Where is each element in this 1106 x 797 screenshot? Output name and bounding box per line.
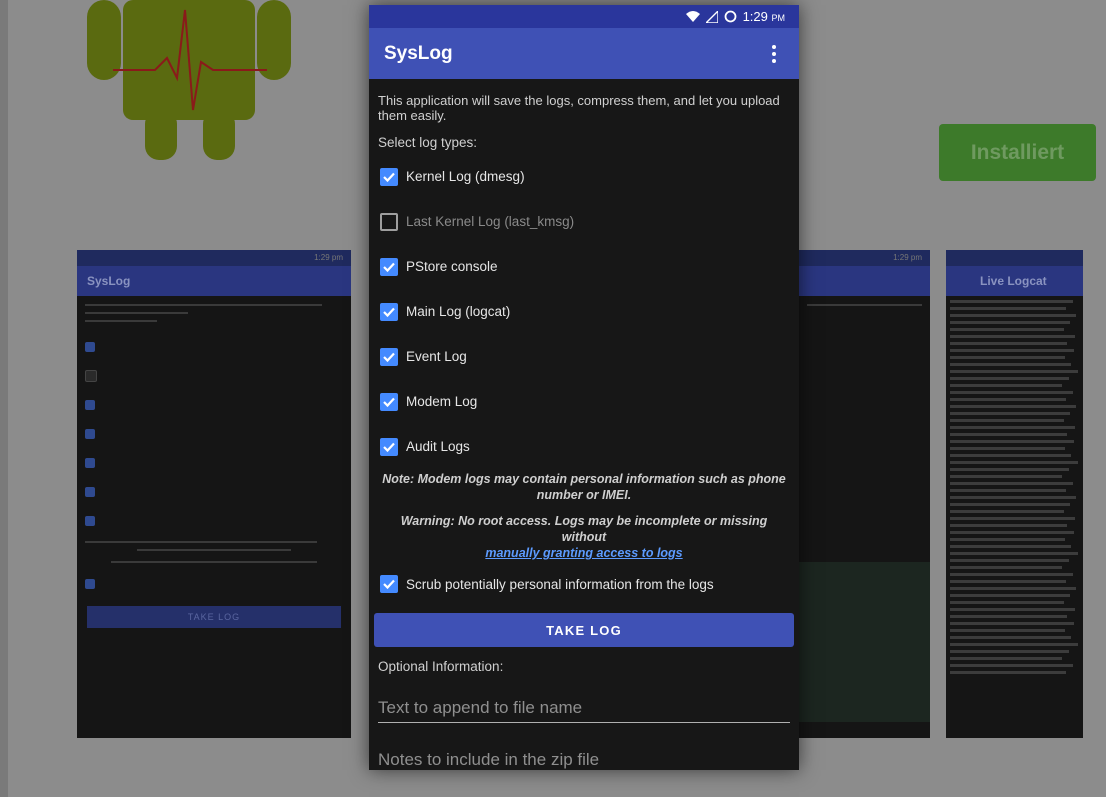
checkbox-main-log[interactable]: Main Log (logcat): [378, 289, 790, 334]
filename-input[interactable]: Text to append to file name: [378, 692, 790, 723]
screenshot-thumbnail-1[interactable]: 1:29 pm SysLog TAKE LOG: [77, 250, 351, 738]
root-warning: Warning: No root access. Logs may be inc…: [400, 514, 768, 560]
checkbox-checked-icon: [380, 302, 398, 321]
checkbox-checked-icon: [380, 347, 398, 366]
notes-input[interactable]: Notes to include in the zip file: [378, 750, 790, 770]
mini-live-logcat-title: Live Logcat: [946, 266, 1083, 296]
checkbox-last-kernel-log: Last Kernel Log (last_kmsg): [378, 199, 790, 244]
grant-access-link[interactable]: manually granting access to logs: [485, 546, 682, 560]
checkbox-checked-icon: [380, 257, 398, 276]
wifi-icon: [685, 11, 700, 22]
checkbox-modem-log[interactable]: Modem Log: [378, 379, 790, 424]
status-time: 1:29 PM: [742, 9, 785, 24]
checkbox-pstore-console[interactable]: PStore console: [378, 244, 790, 289]
app-logo: [87, 0, 291, 160]
screenshot-thumbnail-3[interactable]: Live Logcat: [946, 250, 1083, 738]
modem-note: Note: Modem logs may contain personal in…: [382, 472, 786, 502]
log-type-list: Kernel Log (dmesg) Last Kernel Log (last…: [378, 154, 790, 469]
checkbox-checked-icon: [380, 575, 398, 593]
checkbox-label: Kernel Log (dmesg): [406, 169, 525, 184]
take-log-button[interactable]: TAKE LOG: [374, 613, 794, 647]
status-bar: 1:29 PM: [369, 5, 799, 28]
mini-take-log: TAKE LOG: [87, 606, 341, 628]
intro-text: This application will save the logs, com…: [378, 93, 780, 123]
mini-status-bar-3: [946, 250, 1083, 266]
checkbox-checked-icon: [380, 392, 398, 411]
app-bar: SysLog: [369, 28, 799, 79]
syslog-screenshot-enlarged: 1:29 PM SysLog This application will sav…: [369, 5, 799, 770]
optional-information-label: Optional Information:: [378, 659, 504, 674]
checkbox-label: Audit Logs: [406, 439, 470, 454]
checkbox-label: PStore console: [406, 259, 498, 274]
checkbox-label: Event Log: [406, 349, 467, 364]
checkbox-label: Scrub potentially personal information f…: [406, 576, 714, 592]
checkbox-checked-icon: [380, 167, 398, 186]
mini-app-bar-2: [799, 266, 930, 296]
screenshot-thumbnail-2[interactable]: 1:29 pm: [799, 250, 930, 738]
mini-status-bar: 1:29 pm: [77, 250, 351, 266]
checkbox-unchecked-icon: [380, 212, 398, 231]
checkbox-scrub-personal-info[interactable]: Scrub potentially personal information f…: [378, 567, 790, 601]
overflow-menu-icon[interactable]: [764, 42, 784, 66]
checkbox-checked-icon: [380, 437, 398, 456]
mini-status-bar-2: 1:29 pm: [799, 250, 930, 266]
alarm-icon: [724, 10, 736, 23]
checkbox-audit-logs[interactable]: Audit Logs: [378, 424, 790, 469]
checkbox-label: Last Kernel Log (last_kmsg): [406, 214, 575, 229]
checkbox-label: Modem Log: [406, 394, 478, 409]
mini-content: TAKE LOG: [77, 296, 351, 644]
select-log-types-label: Select log types:: [378, 135, 478, 150]
mini-dialog-overlay: [799, 562, 930, 722]
app-title: SysLog: [384, 42, 453, 64]
main-content: This application will save the logs, com…: [369, 93, 799, 770]
cell-signal-icon: [705, 10, 718, 23]
installed-button[interactable]: Installiert: [939, 124, 1096, 181]
checkbox-kernel-log[interactable]: Kernel Log (dmesg): [378, 154, 790, 199]
checkbox-label: Main Log (logcat): [406, 304, 511, 319]
mini-app-title: SysLog: [77, 266, 351, 296]
mini-log-lines: [946, 296, 1083, 682]
mini-content-2: [799, 296, 930, 320]
checkbox-event-log[interactable]: Event Log: [378, 334, 790, 379]
